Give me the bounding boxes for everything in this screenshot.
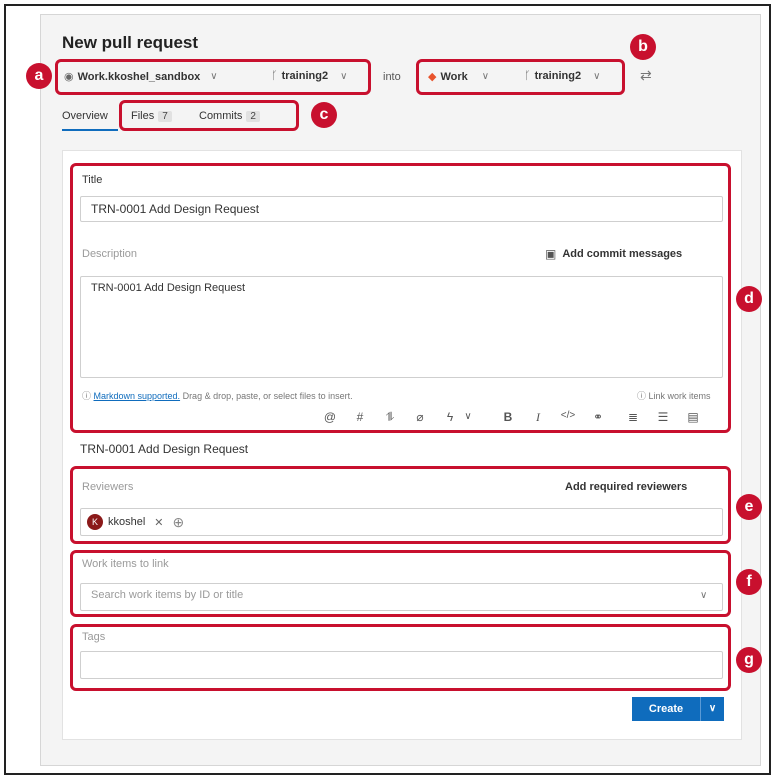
header-icon[interactable]: ϟ [442,410,458,424]
bulleted-list-icon[interactable]: ≣ [625,410,641,424]
bold-icon[interactable]: B [500,410,516,424]
target-repo-name: Work [440,70,468,83]
hash-icon[interactable]: # [352,410,368,424]
avatar: K [87,514,103,530]
markdown-hint: ⓘ Markdown supported. Drag & drop, paste… [82,389,353,402]
reviewers-input[interactable]: K kkoshel ✕ ⊕ [80,508,723,536]
tab-commits[interactable]: Commits 2 [199,110,260,122]
commits-count-badge: 2 [246,111,260,122]
work-items-label: Work items to link [82,558,169,570]
add-icon[interactable]: ⊕ [173,514,185,531]
tags-input[interactable] [80,651,723,679]
mention-icon[interactable]: @ [322,410,338,424]
chevron-down-icon[interactable]: ∨ [700,590,707,601]
branch-icon: ᚴ [271,70,278,82]
markdown-link[interactable]: Markdown supported. [94,391,181,401]
tab-overview-label: Overview [62,110,108,122]
clipboard-icon: ▣ [545,247,557,261]
callout-f: f [736,569,762,595]
tags-label: Tags [82,631,106,643]
add-commit-messages-button[interactable]: ▣ Add commit messages [545,247,682,261]
active-tab-indicator [62,129,118,131]
tab-overview[interactable]: Overview [62,110,108,122]
link-work-items-label: Link work items [648,391,711,401]
add-required-reviewers-button[interactable]: Add required reviewers [565,481,687,493]
info-icon: ⓘ [82,391,94,401]
create-button[interactable]: Create ∨ [632,697,724,721]
description-preview: TRN-0001 Add Design Request [80,442,249,456]
close-icon[interactable]: ✕ [154,516,163,529]
chevron-down-icon: ∨ [481,71,490,82]
into-label: into [383,71,401,83]
chevron-down-icon[interactable]: ∨ [700,697,724,721]
callout-c: c [311,102,337,128]
source-repo-dropdown[interactable]: ◉ Work.kkoshel_sandbox ∨ [64,70,218,84]
chevron-down-icon: ∨ [593,70,601,82]
files-count-badge: 7 [158,111,172,122]
checklist-icon[interactable]: ▤ [685,410,701,424]
work-items-search-placeholder: Search work items by ID or title [91,589,244,601]
source-branch-name: training2 [281,70,329,82]
description-textarea[interactable]: TRN-0001 Add Design Request [80,276,723,378]
add-commit-messages-label: Add commit messages [562,248,683,260]
title-input[interactable]: TRN-0001 Add Design Request [80,196,723,222]
callout-a: a [26,63,52,89]
numbered-list-icon[interactable]: ☰ [655,410,671,424]
target-branch-name: training2 [534,70,582,82]
source-repo-name: Work.kkoshel_sandbox [77,70,201,83]
link-icon[interactable]: ⚭ [590,410,606,424]
link-work-items[interactable]: ⓘ Link work items [637,389,711,402]
title-label: Title [82,174,103,186]
page-title: New pull request [62,33,199,52]
branch-icon: ᚴ [524,70,531,82]
eye-icon: ◉ [64,71,74,83]
target-branch-dropdown[interactable]: ᚴ training2 ∨ [524,70,600,82]
create-button-label: Create [648,703,684,715]
description-label: Description [82,248,138,260]
attachment-icon[interactable]: ⌀ [412,410,428,424]
tab-files[interactable]: Files 7 [131,110,172,122]
reviewers-label: Reviewers [82,481,134,493]
reviewer-name: kkoshel [108,516,146,528]
callout-d: d [736,286,762,312]
italic-icon[interactable]: I [530,410,546,425]
info-icon: ⓘ [637,391,649,401]
work-items-search-input[interactable]: Search work items by ID or title [80,583,723,611]
target-repo-dropdown[interactable]: ◆ Work ∨ [428,70,490,84]
source-branch-dropdown[interactable]: ᚴ training2 ∨ [271,70,347,82]
chevron-down-icon: ∨ [340,70,348,82]
callout-g: g [736,647,762,673]
chevron-down-icon[interactable]: ∨ [460,411,476,422]
code-icon[interactable]: </> [560,410,576,421]
pull-request-icon[interactable]: ⥮ [382,410,398,425]
chevron-down-icon: ∨ [210,71,218,82]
tab-commits-label: Commits [199,110,243,122]
callout-b: b [630,34,656,60]
repo-icon: ◆ [428,71,437,83]
callout-e: e [736,494,762,520]
swap-branches-icon[interactable]: ⇄ [640,67,652,84]
tab-files-label: Files [131,110,155,122]
markdown-hint-text: Drag & drop, paste, or select files to i… [180,391,353,401]
